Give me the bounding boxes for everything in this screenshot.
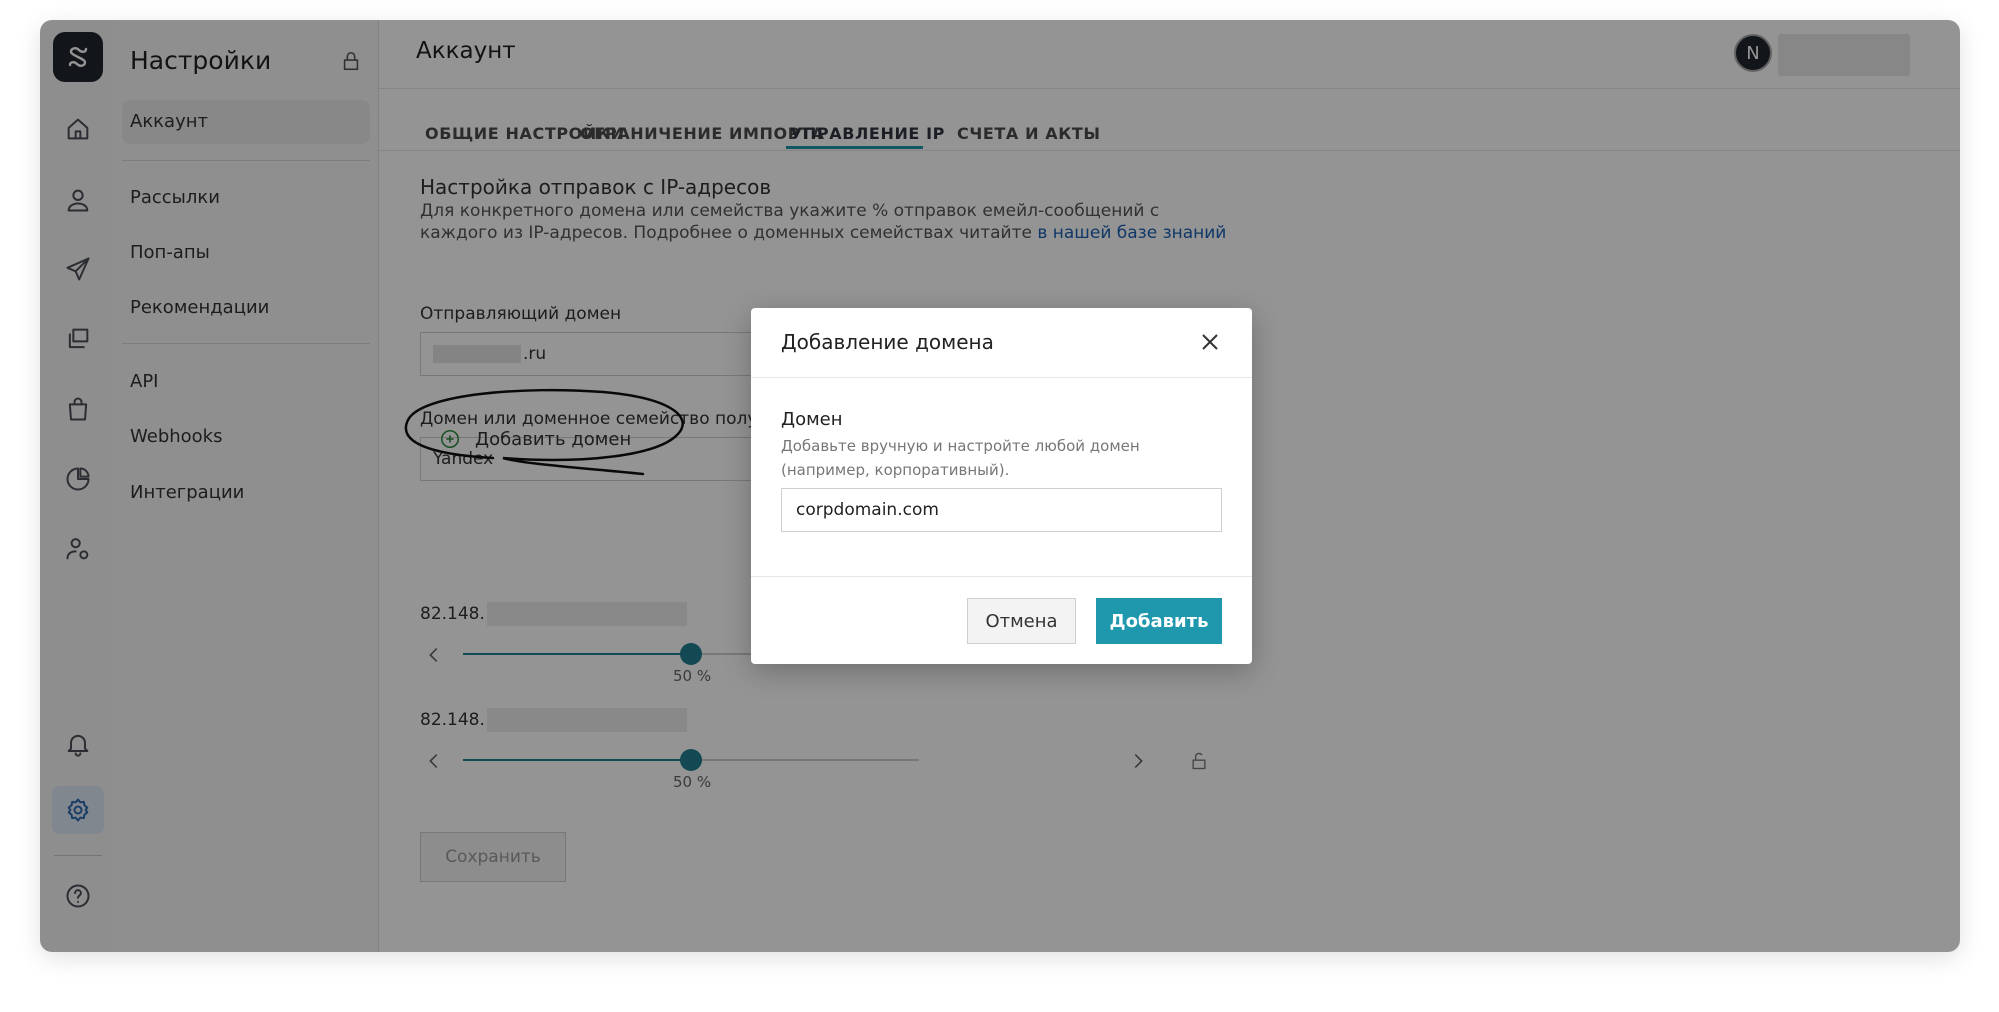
- domain-field-label: Домен: [781, 409, 843, 430]
- add-button[interactable]: Добавить: [1096, 598, 1222, 644]
- dialog-title: Добавление домена: [781, 330, 994, 354]
- add-domain-dialog: Добавление домена Домен Добавьте вручную…: [751, 308, 1252, 664]
- domain-input[interactable]: [781, 488, 1222, 532]
- dialog-footer: Отмена Добавить: [751, 576, 1252, 664]
- domain-field-hint: Добавьте вручную и настройте любой домен…: [781, 437, 1140, 479]
- cancel-button[interactable]: Отмена: [967, 598, 1076, 644]
- close-icon[interactable]: [1198, 330, 1222, 354]
- dialog-header: Добавление домена: [751, 308, 1252, 378]
